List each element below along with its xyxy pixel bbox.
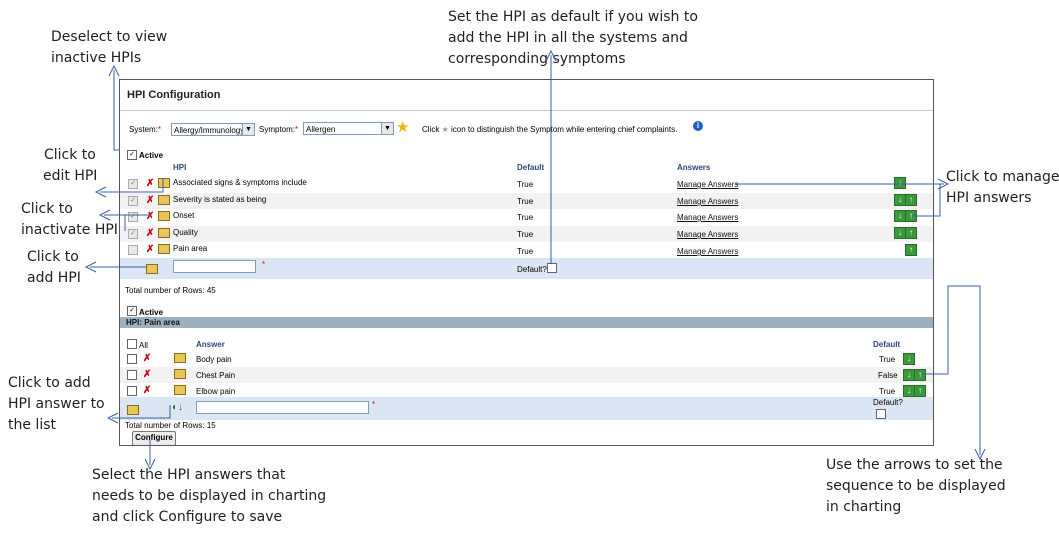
callout-lines (84, 49, 986, 471)
line-edit (100, 178, 164, 193)
line-deselect (113, 70, 120, 151)
line-arrows (922, 285, 981, 455)
line-manage-2 (912, 184, 941, 217)
line-add-answer (112, 405, 171, 419)
line-inactivate (124, 214, 151, 231)
